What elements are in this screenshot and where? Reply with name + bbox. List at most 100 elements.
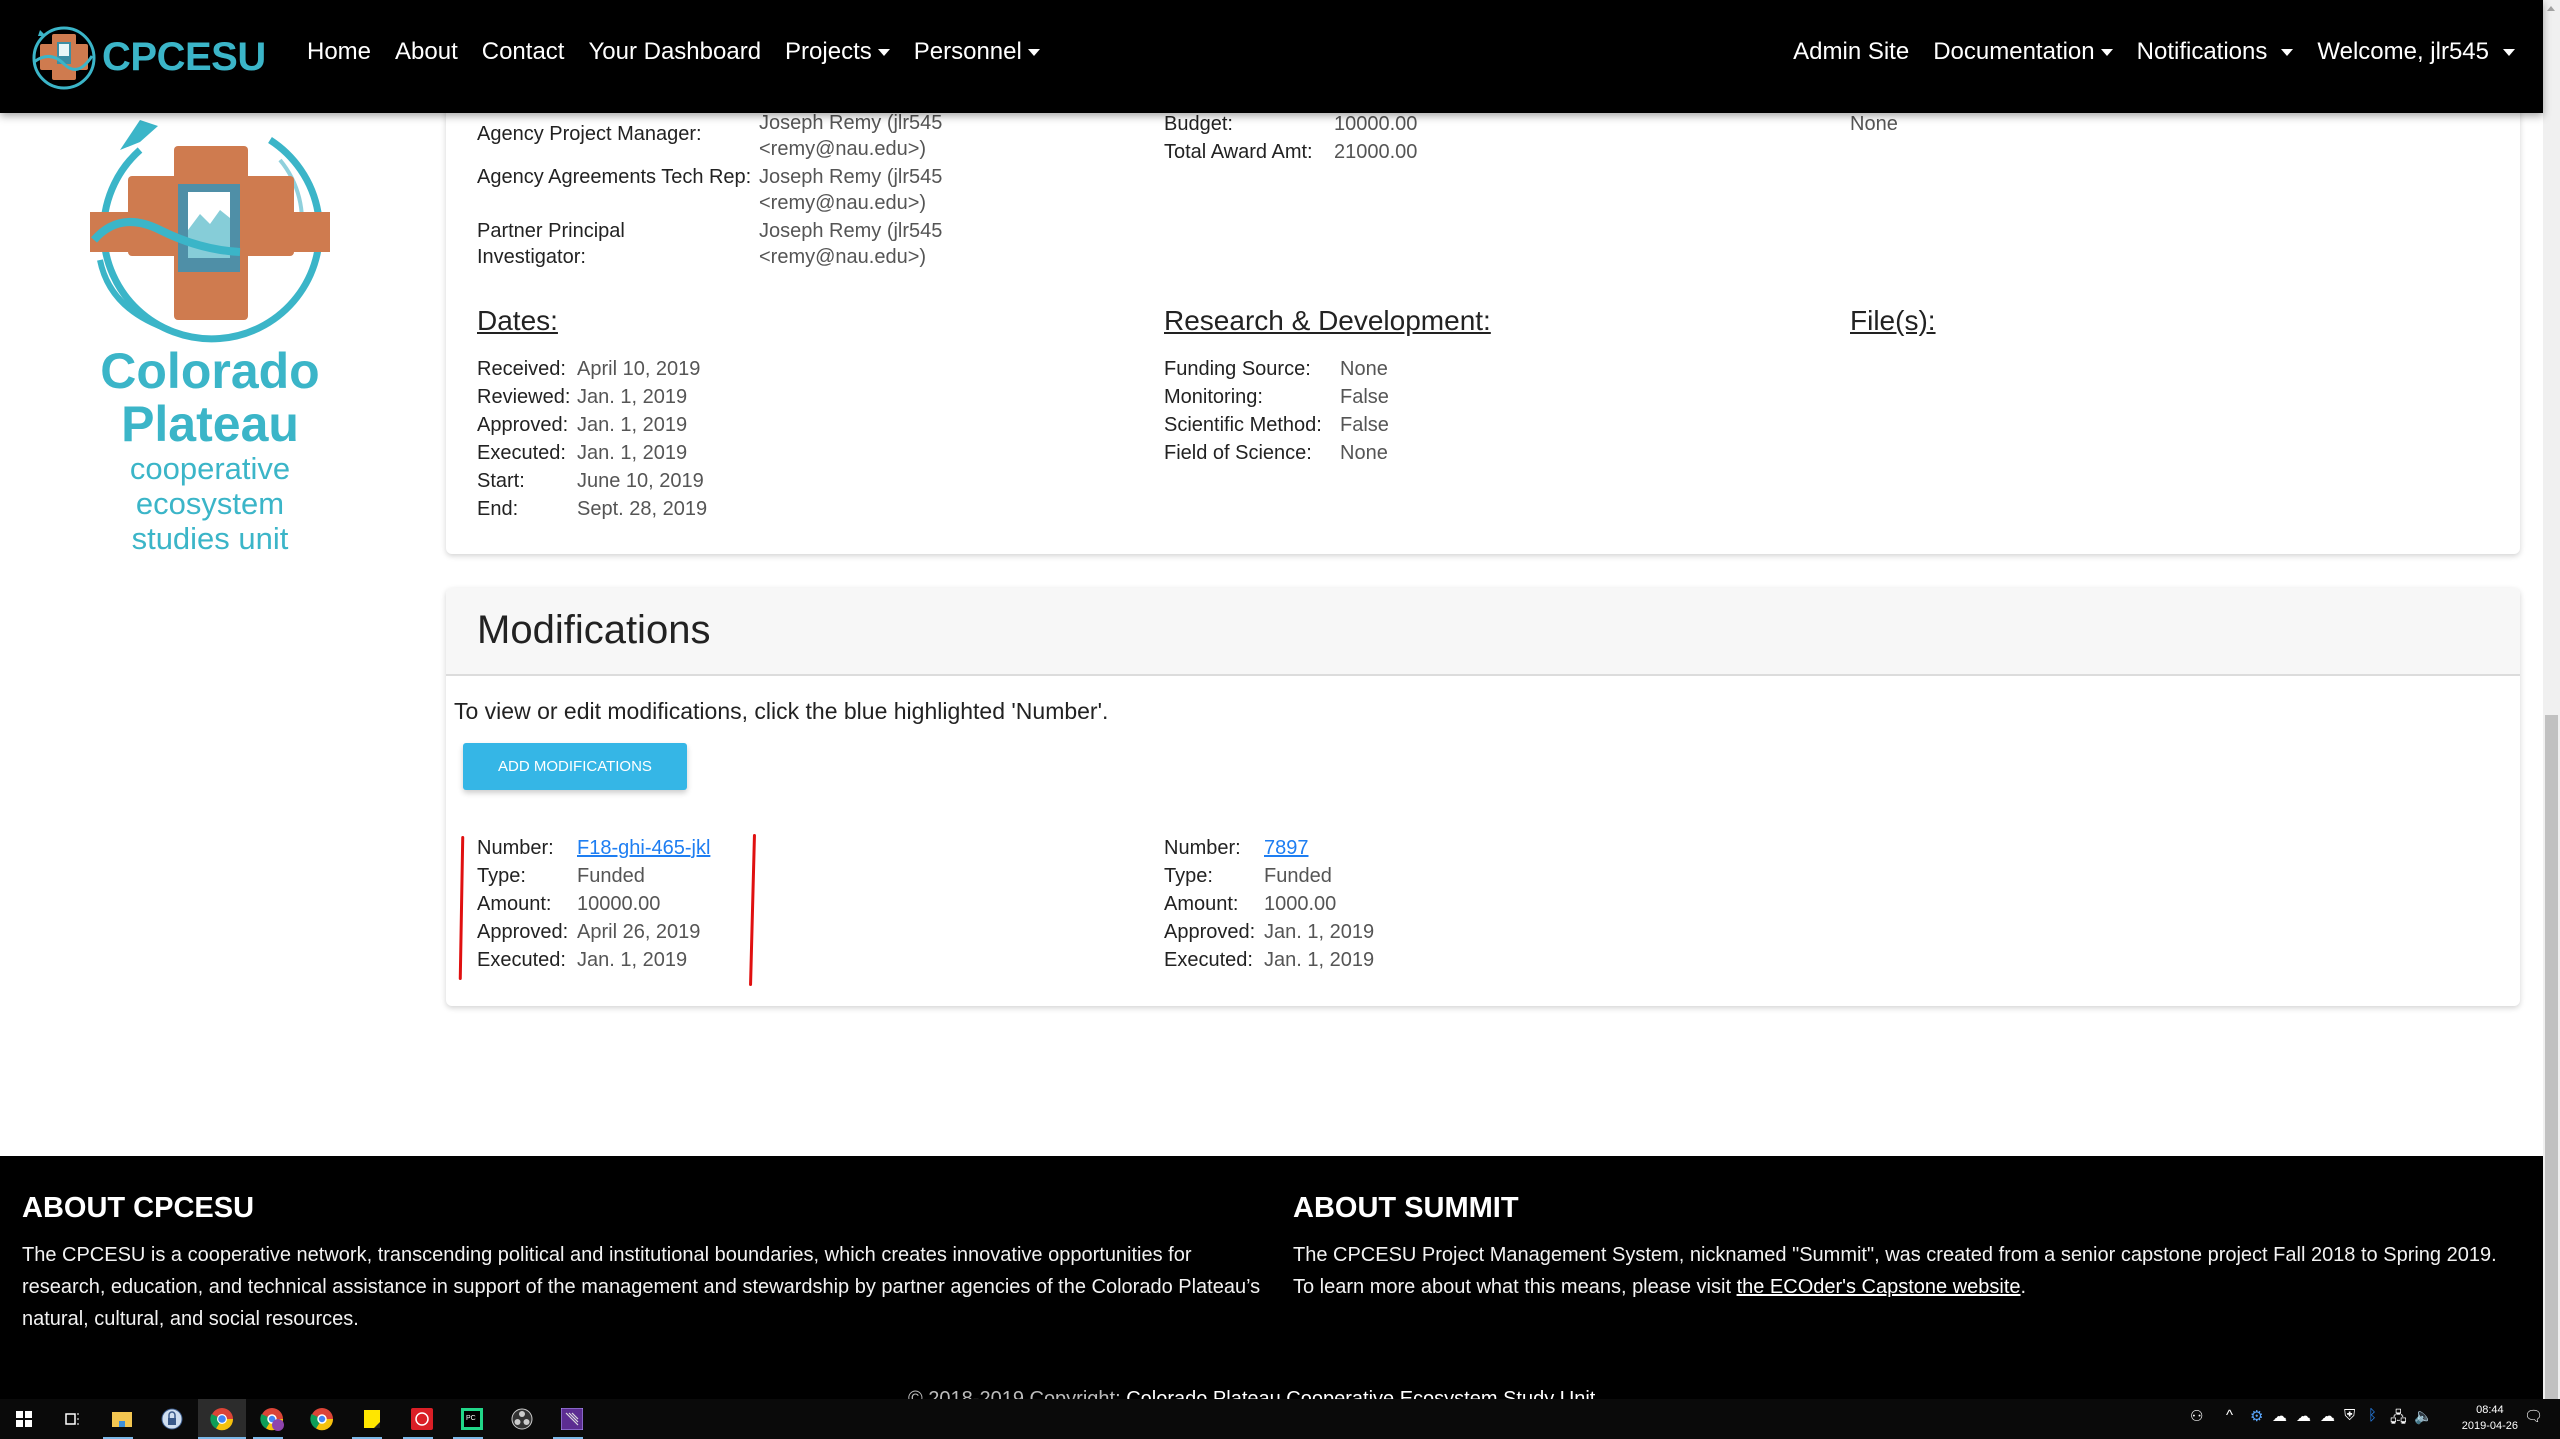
colorado-plateau-emblem-icon: [90, 120, 330, 343]
footer-copyright: © 2018-2019 Copyright: Colorado Plateau …: [908, 1388, 1595, 1399]
personnel-list: Agency Project Manager: Joseph Remy (jlr…: [477, 110, 959, 272]
nav-home[interactable]: Home: [295, 38, 383, 66]
mod-type-row: Type: Funded: [1164, 862, 1374, 890]
nav-about-label: About: [395, 38, 458, 65]
mod-type-label: Type:: [1164, 865, 1213, 887]
sticky-notes-icon[interactable]: [358, 1405, 386, 1433]
nav-contact[interactable]: Contact: [470, 38, 577, 66]
personnel-label: Agency Agreements Tech Rep:: [477, 166, 752, 188]
brand-home-link[interactable]: CPCESU: [26, 20, 266, 94]
date-label: Reviewed:: [477, 386, 571, 408]
research-value: None: [1340, 358, 1388, 380]
research-heading: Research & Development:: [1164, 305, 1491, 336]
nav-notifications-label: Notifications: [2136, 38, 2268, 65]
date-value: Jan. 1, 2019: [577, 442, 688, 464]
mod-number-link[interactable]: 7897: [1264, 834, 1309, 862]
start-icon[interactable]: [10, 1405, 38, 1433]
pycharm-icon[interactable]: PC: [458, 1405, 486, 1433]
research-row: Field of Science: None: [1164, 439, 1389, 467]
chrome-icon[interactable]: [208, 1405, 236, 1433]
mod-approved-row: Approved: April 26, 2019: [477, 918, 710, 946]
nav-dashboard[interactable]: Your Dashboard: [576, 38, 773, 66]
scroll-up-arrow-icon[interactable]: [2547, 6, 2555, 11]
page-scrollbar[interactable]: [2543, 0, 2560, 1399]
personnel-label: Agency Project Manager:: [477, 123, 702, 145]
keepass-icon[interactable]: [158, 1405, 186, 1433]
windows-taskbar: PC ⚇ ^ ⚙ ☁ ☁ ☁ ⛨ ᛒ 🖧 🔈 08:44 2019-04-26 …: [0, 1399, 2560, 1439]
mod-number-label: Number:: [477, 837, 554, 859]
mod-number-link[interactable]: F18-ghi-465-jkl: [577, 834, 710, 862]
mod-executed-row: Executed: Jan. 1, 2019: [1164, 946, 1374, 974]
volume-icon[interactable]: 🔈: [2414, 1407, 2433, 1425]
brand-name: CPCESU: [102, 34, 266, 79]
chrome-dev-icon[interactable]: [308, 1405, 336, 1433]
nav-admin-site[interactable]: Admin Site: [1781, 38, 1921, 66]
nav-user-dropdown[interactable]: Welcome, jlr545: [2305, 38, 2527, 66]
cloud-upload-icon-2[interactable]: ☁: [2320, 1407, 2335, 1425]
mod-amount-value: 1000.00: [1264, 893, 1337, 915]
add-modifications-button[interactable]: ADD MODIFICATIONS: [463, 743, 687, 790]
clock-time: 08:44: [2476, 1404, 2504, 1416]
onedrive-cloud-icon[interactable]: ☁: [2272, 1407, 2287, 1425]
modifications-header: Modifications: [446, 588, 2520, 676]
total-award-value: 21000.00: [1334, 141, 1418, 163]
chrome-profile-j-icon[interactable]: [258, 1405, 286, 1433]
footer-about-cpcesu: ABOUT CPCESU The CPCESU is a cooperative…: [22, 1192, 1262, 1335]
capstone-website-link[interactable]: the ECOder's Capstone website: [1737, 1276, 2021, 1298]
nav-personnel-label: Personnel: [913, 38, 1022, 65]
caret-down-icon: [2281, 48, 2294, 56]
research-value: False: [1340, 414, 1389, 436]
right-column-value: None: [1850, 110, 1898, 138]
settings-gear-tray-icon[interactable]: ⚙: [2250, 1407, 2263, 1425]
date-row: Reviewed: Jan. 1, 2019: [477, 383, 707, 411]
mod-amount-label: Amount:: [1164, 893, 1239, 915]
date-label: Received:: [477, 358, 566, 380]
research-label: Funding Source:: [1164, 358, 1311, 380]
mod-executed-row: Executed: Jan. 1, 2019: [477, 946, 710, 974]
nav-notifications-dropdown[interactable]: Notifications: [2125, 38, 2306, 66]
mod-executed-label: Executed:: [1164, 949, 1253, 971]
mod-approved-value: April 26, 2019: [577, 921, 701, 943]
personnel-value: Joseph Remy (jlr545 <remy@nau.edu>): [759, 220, 943, 268]
adobe-cc-icon[interactable]: [408, 1405, 436, 1433]
obs-icon[interactable]: [508, 1405, 536, 1433]
date-value: Jan. 1, 2019: [577, 386, 688, 408]
caret-down-icon: [2503, 48, 2515, 56]
show-hidden-icons-chevron-icon[interactable]: ^: [2226, 1407, 2233, 1424]
nav-personnel-dropdown[interactable]: Personnel: [902, 38, 1052, 66]
nav-contact-label: Contact: [481, 38, 565, 65]
bluetooth-icon[interactable]: ᛒ: [2368, 1407, 2377, 1424]
research-list: Funding Source: None Monitoring: False Sci…: [1164, 355, 1389, 467]
copyright-text: © 2018-2019 Copyright:: [908, 1388, 1127, 1399]
caret-down-icon: [1027, 48, 1040, 56]
file-explorer-icon[interactable]: [108, 1405, 136, 1433]
windows-defender-shield-icon[interactable]: ⛨: [2344, 1407, 2355, 1424]
system-clock[interactable]: 08:44 2019-04-26: [2462, 1402, 2518, 1434]
financial-row: Total Award Amt: 21000.00: [1164, 138, 1417, 166]
dates-list: Received: April 10, 2019 Reviewed: Jan. 1,…: [477, 355, 707, 523]
mod-executed-label: Executed:: [477, 949, 566, 971]
modification-item: Number: F18-ghi-465-jkl Type: Funded Amoun…: [477, 834, 710, 974]
copyright-org-link[interactable]: Colorado Plateau Cooperative Ecosystem S…: [1126, 1388, 1595, 1399]
scrollbar-thumb[interactable]: [2545, 715, 2558, 1399]
date-label: Start:: [477, 470, 525, 492]
nav-about[interactable]: About: [383, 38, 470, 66]
total-award-label: Total Award Amt:: [1164, 141, 1313, 163]
date-row: Executed: Jan. 1, 2019: [477, 439, 707, 467]
task-view-icon[interactable]: [58, 1405, 86, 1433]
date-value: April 10, 2019: [577, 358, 701, 380]
cloud-upload-icon[interactable]: ☁: [2296, 1407, 2311, 1425]
network-icon[interactable]: 🖧: [2390, 1407, 2407, 1432]
footer-about-title: ABOUT CPCESU: [22, 1192, 255, 1224]
visual-studio-icon[interactable]: [558, 1405, 586, 1433]
action-center-notifications-icon[interactable]: 🗨: [2524, 1407, 2543, 1425]
people-icon[interactable]: ⚇: [2190, 1407, 2203, 1425]
nav-projects-dropdown[interactable]: Projects: [773, 38, 902, 66]
nav-home-label: Home: [307, 38, 372, 65]
nav-documentation-dropdown[interactable]: Documentation: [1921, 38, 2124, 66]
date-row: Approved: Jan. 1, 2019: [477, 411, 707, 439]
mod-amount-value: 10000.00: [577, 893, 661, 915]
date-row: Start: June 10, 2019: [477, 467, 707, 495]
footer-about-text: The CPCESU is a cooperative network, tra…: [22, 1244, 1261, 1330]
footer-about-summit: ABOUT SUMMIT The CPCESU Project Manageme…: [1293, 1192, 2513, 1303]
